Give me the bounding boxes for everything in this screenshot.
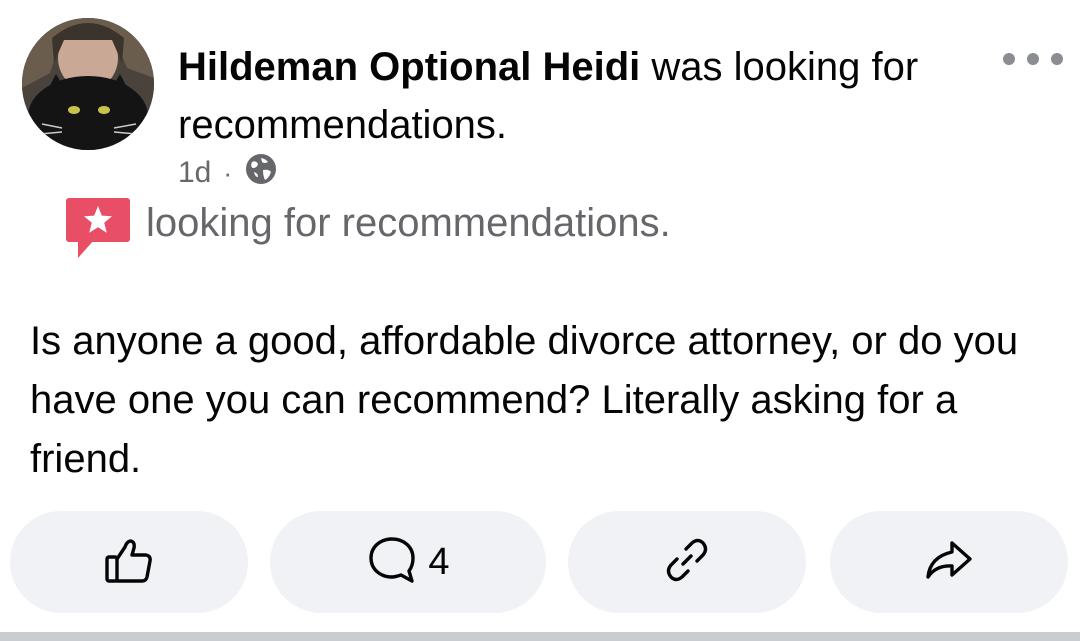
- ellipsis-icon: [1003, 53, 1015, 65]
- globe-icon: [244, 152, 278, 194]
- like-button[interactable]: [10, 511, 248, 613]
- post-header: Hildeman Optional Heidi was looking for …: [178, 38, 958, 154]
- thumbs-up-icon: [102, 533, 156, 592]
- activity-tag[interactable]: looking for recommendations.: [64, 196, 671, 269]
- avatar-photo: [22, 18, 154, 150]
- author-name[interactable]: Hildeman Optional Heidi: [178, 45, 640, 89]
- share-button[interactable]: [830, 511, 1068, 613]
- post-time[interactable]: 1d: [178, 156, 211, 190]
- avatar[interactable]: [22, 18, 154, 150]
- activity-text: looking for recommendations.: [146, 201, 671, 245]
- post-meta: 1d ·: [178, 152, 278, 194]
- link-icon: [662, 535, 712, 590]
- star-speech-bubble-icon: [64, 196, 132, 269]
- meta-separator: ·: [223, 157, 233, 188]
- comment-button[interactable]: 4: [270, 511, 546, 613]
- comment-icon: [366, 534, 418, 591]
- comment-count: 4: [428, 540, 450, 583]
- share-arrow-icon: [922, 533, 976, 592]
- more-options-button[interactable]: [1003, 42, 1063, 76]
- action-bar: 4: [0, 511, 1080, 615]
- feed-divider: [0, 632, 1080, 641]
- post-body: Is anyone a good, affordable divorce att…: [30, 319, 1019, 481]
- copy-link-button[interactable]: [568, 511, 806, 613]
